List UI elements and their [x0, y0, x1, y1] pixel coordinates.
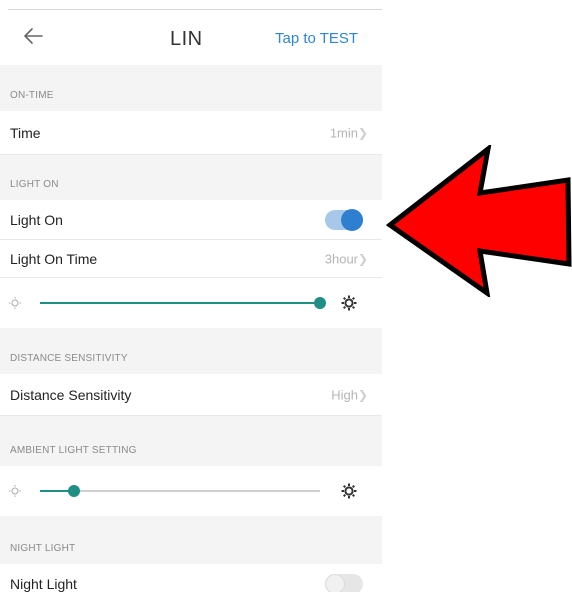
brightness-slider-thumb[interactable]	[314, 297, 326, 309]
light-on-time-label: Light On Time	[10, 250, 98, 267]
page-title: LIN	[170, 28, 203, 50]
sun-large-icon	[341, 295, 357, 311]
distance-sensitivity-label: Distance Sensitivity	[10, 386, 132, 403]
section-ambient-label: AMBIENT LIGHT SETTING	[10, 445, 137, 456]
chevron-right-icon: ❯	[357, 387, 368, 402]
section-distance-label: DISTANCE SENSITIVITY	[10, 353, 128, 364]
back-arrow-icon[interactable]	[20, 24, 46, 48]
section-night-light-label: NIGHT LIGHT	[10, 543, 76, 554]
row-night-light: Night Light	[0, 564, 382, 592]
night-light-toggle[interactable]	[325, 574, 363, 592]
ambient-slider-thumb[interactable]	[67, 485, 80, 497]
toggle-knob	[341, 208, 363, 231]
light-on-toggle[interactable]	[325, 208, 363, 231]
section-on-time-label: ON-TIME	[10, 90, 54, 101]
light-on-time-value: 3hour	[324, 251, 358, 266]
section-night-light: NIGHT LIGHT	[0, 516, 382, 564]
row-light-on: Light On	[0, 200, 382, 240]
row-time[interactable]: Time 1min ❯	[0, 111, 382, 155]
tap-to-test-button[interactable]: Tap to TEST	[275, 30, 358, 47]
chevron-right-icon: ❯	[357, 251, 368, 266]
distance-sensitivity-value: High	[331, 387, 358, 402]
row-distance-sensitivity[interactable]: Distance Sensitivity High ❯	[0, 374, 382, 416]
header-bar: LIN Tap to TEST	[0, 10, 382, 65]
night-light-label: Night Light	[10, 576, 77, 592]
red-arrow-annotation	[386, 145, 572, 297]
ambient-slider[interactable]	[40, 485, 320, 497]
time-label: Time	[10, 124, 41, 141]
section-light-on: LIGHT ON	[0, 155, 382, 200]
row-light-on-time[interactable]: Light On Time 3hour ❯	[0, 240, 382, 278]
section-ambient: AMBIENT LIGHT SETTING	[0, 416, 382, 466]
sun-small-icon	[9, 485, 21, 497]
sun-large-icon	[341, 483, 357, 499]
section-on-time: ON-TIME	[0, 65, 382, 111]
sun-small-icon	[9, 297, 21, 309]
brightness-slider[interactable]	[40, 297, 326, 309]
brightness-slider-fill	[40, 302, 320, 304]
time-value: 1min	[329, 125, 358, 140]
brightness-slider-row	[0, 278, 382, 328]
section-light-on-label: LIGHT ON	[10, 179, 59, 190]
chevron-right-icon: ❯	[357, 125, 368, 140]
light-on-label: Light On	[10, 211, 63, 228]
settings-screen: LIN Tap to TEST ON-TIME Time 1min ❯ LIGH…	[0, 0, 382, 592]
section-distance: DISTANCE SENSITIVITY	[0, 328, 382, 374]
toggle-knob	[325, 574, 345, 592]
ambient-slider-row	[0, 466, 382, 516]
